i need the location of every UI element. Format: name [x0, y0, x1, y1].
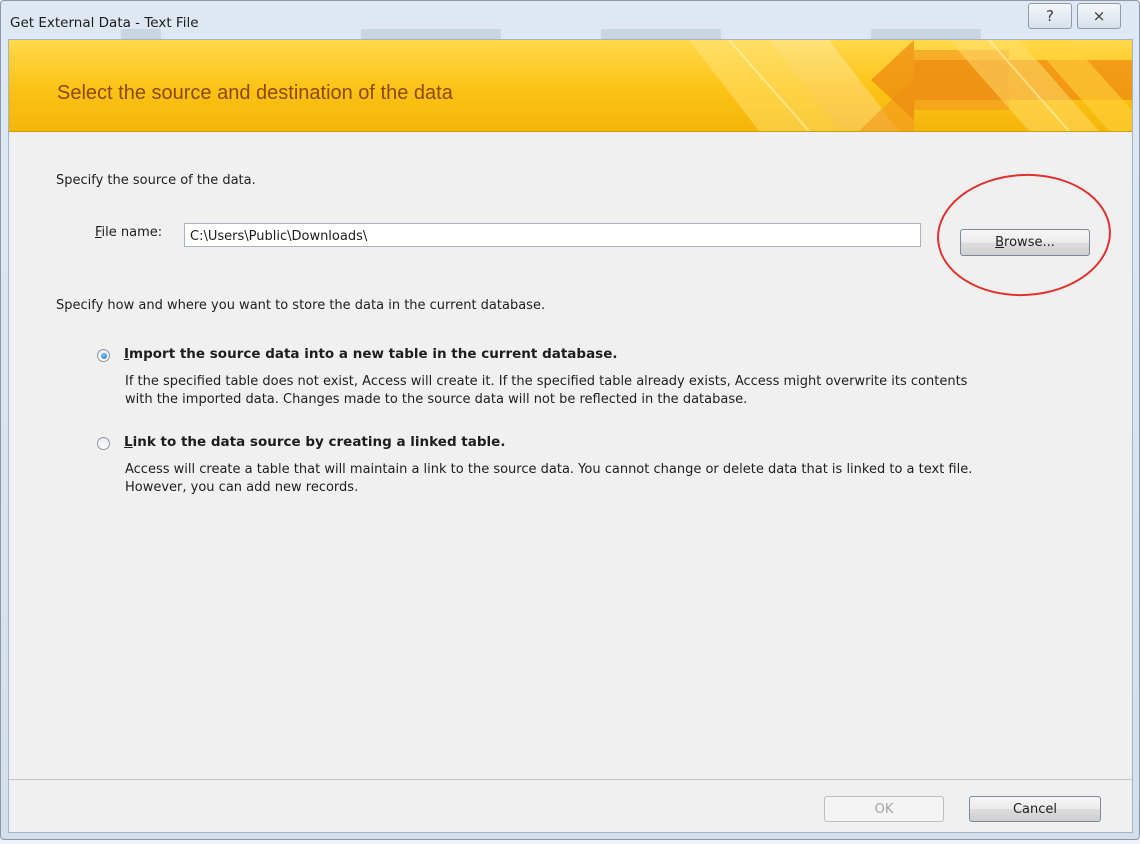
banner-title: Select the source and destination of the… — [57, 82, 453, 104]
link-radio[interactable] — [97, 437, 110, 450]
import-option-title[interactable]: Import the source data into a new table … — [124, 346, 618, 362]
file-name-label: File name: — [95, 225, 162, 240]
import-option-description: If the specified table does not exist, A… — [125, 373, 967, 409]
import-radio[interactable] — [97, 349, 110, 362]
dialog-body: Select the source and destination of the… — [8, 39, 1133, 833]
dialog-window: Get External Data - Text File ? ⨯ Select… — [0, 0, 1140, 840]
footer-separator — [9, 779, 1132, 780]
window-title: Get External Data - Text File — [10, 15, 199, 31]
cancel-button[interactable]: Cancel — [969, 796, 1101, 822]
ok-button[interactable]: OK — [824, 796, 944, 822]
browse-label: rowse... — [1004, 235, 1055, 250]
import-desc-line: with the imported data. Changes made to … — [125, 392, 748, 407]
store-heading: Specify how and where you want to store … — [56, 298, 546, 313]
file-name-input[interactable] — [184, 223, 921, 247]
close-button[interactable]: ⨯ — [1077, 3, 1121, 29]
browse-accesskey: B — [995, 235, 1005, 250]
import-desc-line: If the specified table does not exist, A… — [125, 374, 968, 389]
link-accesskey: L — [124, 434, 133, 450]
help-button[interactable]: ? — [1028, 3, 1072, 29]
help-icon: ? — [1046, 7, 1054, 25]
source-heading: Specify the source of the data. — [56, 173, 256, 188]
browse-button[interactable]: Browse... — [960, 229, 1090, 256]
ok-label: OK — [874, 801, 894, 817]
link-desc-line: However, you can add new records. — [125, 480, 359, 495]
title-bar[interactable]: Get External Data - Text File ? ⨯ — [1, 1, 1139, 41]
cancel-label: Cancel — [1012, 801, 1058, 817]
link-option-description: Access will create a table that will mai… — [125, 461, 972, 497]
close-icon: ⨯ — [1092, 7, 1106, 25]
link-desc-line: Access will create a table that will mai… — [125, 462, 973, 477]
file-name-label-text: ile name: — [101, 225, 163, 240]
link-option-title[interactable]: Link to the data source by creating a li… — [124, 434, 505, 450]
link-title-text: ink to the data source by creating a lin… — [132, 434, 506, 450]
import-title-text: mport the source data into a new table i… — [129, 346, 618, 362]
header-banner: Select the source and destination of the… — [9, 40, 1132, 132]
